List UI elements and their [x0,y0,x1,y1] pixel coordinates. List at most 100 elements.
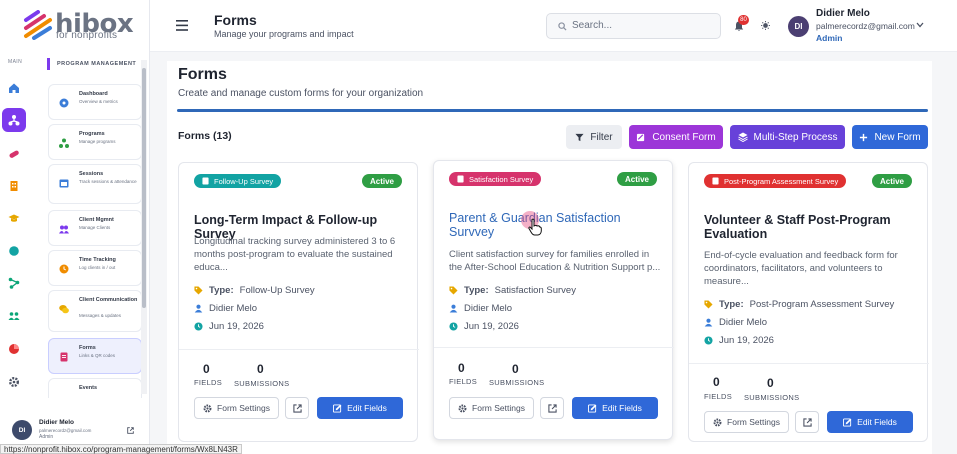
scrollbar-thumb[interactable] [142,68,146,308]
document-icon [457,175,464,183]
nav-item-forms[interactable]: Forms Links & QR codes [48,338,142,374]
page-subtitle: Create and manage custom forms for your … [178,88,424,99]
card-divider [689,363,929,364]
header-title: Forms [214,12,257,28]
edit-fields-label: Edit Fields [347,403,387,413]
layers-icon [737,132,748,142]
form-type-tag: Follow-Up Survey [194,174,282,188]
rail-reports-button[interactable] [2,337,26,361]
owner-name: Didier Melo [209,303,258,314]
nav-item-time-tracking[interactable]: Time Tracking Log clients in / out [48,250,142,286]
status-badge: Active [871,174,912,188]
nav-item-dashboard[interactable]: Dashboard Overview & metrics [48,84,142,120]
rail-building-button[interactable] [2,174,26,198]
rail-settings-button[interactable] [2,370,26,394]
edit-icon [333,403,342,413]
nav-item-title: Forms [79,345,96,351]
nav-item-subtitle: Links & QR codes [79,353,116,358]
nav-item-subtitle: Manage Clients [79,225,111,230]
form-description: End-of-cycle evaluation and feedback for… [704,250,898,287]
open-form-button[interactable] [795,411,819,433]
icon-rail: MAIN [0,56,29,406]
rail-globe-button[interactable] [2,239,26,263]
rail-health-button[interactable] [2,142,26,166]
external-link-icon[interactable] [127,427,134,434]
page-accent-bar [177,109,928,112]
form-settings-button[interactable]: Form Settings [449,397,534,419]
new-form-button[interactable]: New Form [852,125,928,149]
sidebar-user-card[interactable]: DI Didier Melo palmerecordz@gmail.com Ad… [8,412,148,448]
open-form-button[interactable] [540,397,564,419]
multistep-label: Multi-Step Process [753,131,838,143]
user-menu[interactable]: DI Didier Melo palmerecordz@gmail.com Ad… [788,8,938,44]
form-settings-button[interactable]: Form Settings [704,411,789,433]
hibox-logo-icon [24,10,52,40]
nav-item-subtitle: Manage programs [79,139,116,144]
graduation-cap-icon [8,214,20,222]
rail-education-button[interactable] [2,206,26,230]
chevron-down-icon [916,22,924,28]
submissions-label: SUBMISSIONS [744,393,800,402]
fields-label: FIELDS [704,392,733,401]
nav-item-sessions[interactable]: Sessions Track sessions & attendance [48,164,142,204]
edit-fields-button[interactable]: Edit Fields [317,397,403,419]
owner-name: Didier Melo [719,317,768,328]
form-card[interactable]: Satisfaction Survey Active Parent & Guar… [433,160,674,440]
form-type-tag-label: Follow-Up Survey [214,176,274,186]
open-form-button[interactable] [285,397,309,419]
submissions-count: 0 [512,362,519,376]
people-icon [8,312,20,320]
avatar: DI [788,16,809,37]
form-title[interactable]: Volunteer & Staff Post-Program Evaluatio… [704,213,919,241]
form-date-row: Jun 19, 2026 [194,321,264,332]
form-settings-button[interactable]: Form Settings [194,397,279,419]
pill-icon [9,150,19,158]
nav-item-programs[interactable]: Programs Manage programs [48,124,142,160]
form-title-link[interactable]: Parent & Guardian Satisfaction Survvey [449,211,664,239]
edit-icon [843,417,852,427]
edit-fields-button[interactable]: Edit Fields [827,411,913,433]
owner-name: Didier Melo [464,303,513,314]
form-settings-label: Form Settings [727,417,780,427]
gear-icon [713,418,722,426]
card-divider [434,347,674,348]
type-value: Follow-Up Survey [239,285,315,296]
form-card[interactable]: Follow-Up Survey Active Long-Term Impact… [178,162,419,442]
nav-scrollbar[interactable] [141,60,147,394]
form-card[interactable]: Post-Program Assessment Survey Active Vo… [688,162,929,442]
consent-form-button[interactable]: Consent Form [629,125,723,149]
avatar: DI [12,420,32,440]
rail-people-button[interactable] [2,304,26,328]
form-type-row: Type: Satisfaction Survey [449,285,576,296]
edit-fields-button[interactable]: Edit Fields [572,397,658,419]
brand-logo[interactable]: hibox for nonprofits [22,9,134,42]
rail-label: MAIN [8,59,23,65]
program-icon [8,115,20,126]
search-input[interactable]: Search... [546,13,721,39]
nav-item-title: Client Communication [79,297,138,303]
nav-item-title: Client Mgmnt [79,217,114,223]
form-type-tag: Post-Program Assessment Survey [704,174,847,188]
notifications-button[interactable]: 80 [733,15,749,32]
form-type-tag-label: Satisfaction Survey [469,174,534,184]
sidebar: hibox for nonprofits MAIN PROGRAM MANAGE… [0,0,150,454]
program-nav: PROGRAM MANAGEMENT Dashboard Overview & … [44,56,149,398]
clock-icon [449,322,458,331]
nav-item-events[interactable]: Events [48,378,142,398]
menu-icon[interactable] [176,20,188,31]
nav-item-client-mgmnt[interactable]: Client Mgmnt Manage Clients [48,210,142,246]
rail-program-button[interactable] [2,108,26,132]
filter-button[interactable]: Filter [566,125,622,149]
sidebar-user-name: Didier Melo [39,419,75,426]
user-icon [704,318,713,327]
rail-home-button[interactable] [2,76,26,100]
form-owner-row: Didier Melo [704,317,767,328]
form-date-row: Jun 19, 2026 [449,321,519,332]
multi-step-button[interactable]: Multi-Step Process [730,125,845,149]
theme-toggle-icon[interactable] [761,21,770,30]
nav-item-client-communication[interactable]: Client Communication Messages & updates [48,290,142,332]
card-divider [179,349,419,350]
gear-icon [458,404,467,412]
fields-count: 0 [458,361,465,375]
rail-network-button[interactable] [2,271,26,295]
